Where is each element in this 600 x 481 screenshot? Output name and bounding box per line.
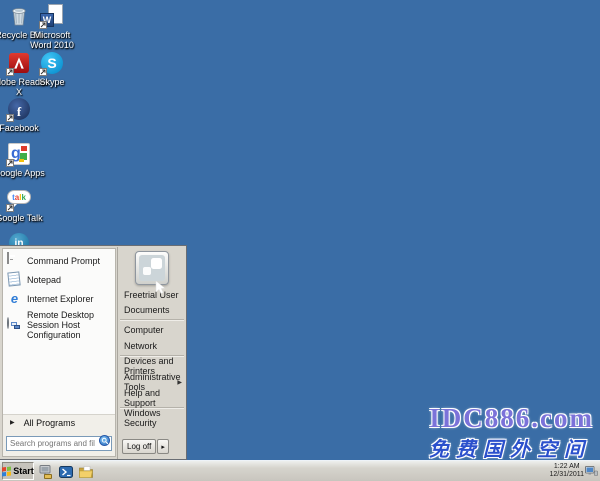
shortcut-arrow-icon [39, 68, 47, 76]
desktop: Recycle Bin W Microsoft Word 2010 Adobe … [0, 0, 600, 481]
start-button[interactable]: Start [2, 462, 34, 480]
separator [120, 319, 184, 321]
taskbar: Start 1:22 AM [0, 460, 600, 481]
desktop-icon-label: Google Talk [0, 213, 43, 223]
watermark-line1: IDC886.com [429, 403, 594, 434]
powershell-taskbar-button[interactable] [57, 463, 75, 480]
remote-desktop-icon [7, 318, 22, 333]
all-programs-arrow-icon: ▶ [10, 419, 15, 426]
shortcut-arrow-icon [6, 159, 14, 167]
google-talk-icon: talk [7, 187, 31, 211]
log-off-options-button[interactable]: ▸ [157, 439, 169, 454]
user-avatar-icon [138, 254, 166, 282]
start-menu-item-internet-explorer[interactable]: e Internet Explorer [3, 289, 115, 308]
search-input[interactable] [6, 436, 112, 451]
watermark-line2: 免费国外空间 [429, 433, 591, 462]
user-picture-tile[interactable] [135, 251, 169, 285]
magnifier-icon [101, 437, 109, 445]
notepad-icon [7, 272, 22, 287]
windows-explorer-taskbar-button[interactable] [77, 463, 95, 480]
start-menu-item-network[interactable]: Network [118, 338, 186, 354]
start-menu-item-notepad[interactable]: Notepad [3, 270, 115, 289]
mouse-cursor [155, 281, 166, 295]
clock-time: 1:22 AM [549, 463, 584, 471]
shortcut-arrow-icon [6, 68, 14, 76]
desktop-icon-label: Facebook [0, 123, 39, 133]
start-menu-item-help-and-support[interactable]: Help and Support [118, 390, 186, 406]
start-menu-right-panel: Freetrial User Documents Computer Networ… [117, 247, 186, 459]
google-apps-icon: g [7, 142, 31, 166]
desktop-icon-skype[interactable]: S Skype [21, 51, 83, 87]
skype-icon: S [40, 51, 64, 75]
shortcut-arrow-icon [6, 204, 14, 212]
dropdown-arrow-icon: ▸ [161, 443, 165, 451]
shortcut-arrow-icon [39, 21, 47, 29]
clock-date: 12/31/2011 [549, 471, 584, 479]
server-manager-taskbar-button[interactable] [36, 463, 54, 480]
network-tray-icon[interactable] [585, 466, 598, 477]
start-menu-left-panel: Command Prompt Notepad e Internet Explor… [2, 248, 116, 457]
word-icon: W [40, 4, 64, 28]
user-name[interactable]: Freetrial User [118, 288, 186, 302]
desktop-icon-facebook[interactable]: f Facebook [0, 97, 50, 133]
flyout-arrow-icon: ▶ [177, 379, 182, 386]
start-menu-item-command-prompt[interactable]: Command Prompt [3, 251, 115, 270]
desktop-icon-google-talk[interactable]: talk Google Talk [0, 187, 50, 223]
shortcut-arrow-icon [6, 114, 14, 122]
folder-icon [78, 465, 94, 479]
facebook-icon: f [7, 97, 31, 121]
start-menu-item-rdsh-configuration[interactable]: Remote Desktop Session Host Configuratio… [3, 308, 115, 342]
all-programs-button[interactable]: ▶ All Programs [3, 415, 115, 430]
desktop-icon-label: Google Apps [0, 168, 45, 178]
log-off-button[interactable]: Log off [122, 439, 156, 454]
server-manager-icon [38, 464, 53, 479]
start-menu: Command Prompt Notepad e Internet Explor… [0, 245, 187, 460]
search-button[interactable] [99, 435, 110, 446]
windows-flag-icon [2, 466, 11, 476]
desktop-icon-label: Skype [39, 77, 64, 87]
start-menu-item-windows-security[interactable]: Windows Security [118, 410, 186, 426]
taskbar-clock[interactable]: 1:22 AM 12/31/2011 [549, 463, 584, 479]
desktop-icon-microsoft-word[interactable]: W Microsoft Word 2010 [21, 4, 83, 50]
desktop-icon-google-apps[interactable]: g Google Apps [0, 142, 50, 178]
command-prompt-icon [7, 253, 22, 268]
powershell-icon [59, 465, 73, 479]
start-menu-item-computer[interactable]: Computer [118, 322, 186, 338]
start-menu-item-documents[interactable]: Documents [118, 302, 186, 318]
desktop-icon-label: Microsoft Word 2010 [22, 30, 82, 50]
internet-explorer-icon: e [7, 291, 22, 306]
